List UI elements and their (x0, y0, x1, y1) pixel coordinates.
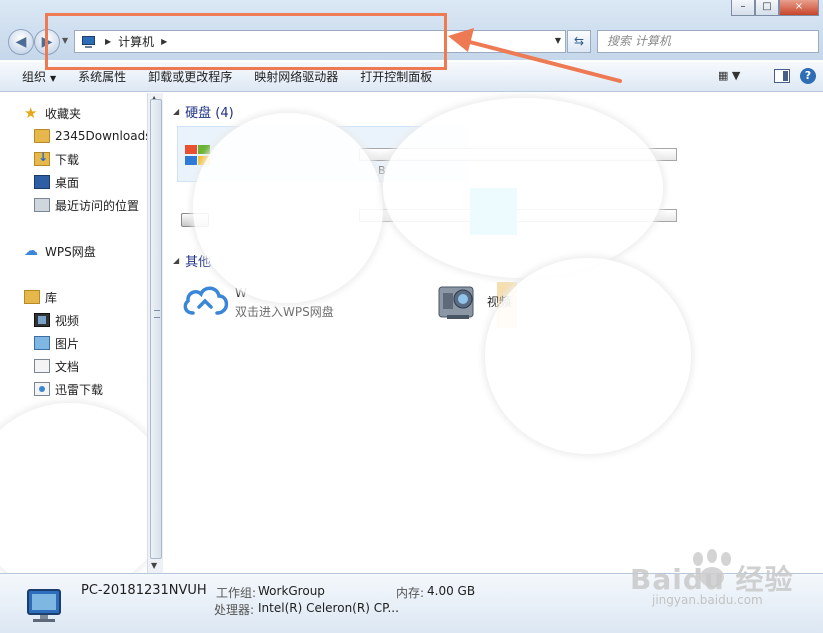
sidebar-item-pictures[interactable]: 图片 (34, 333, 79, 353)
help-button[interactable]: ? (800, 68, 816, 84)
download-folder-icon (34, 150, 50, 166)
open-control-panel-button[interactable]: 打开控制面板 (360, 68, 432, 85)
sidebar-item-label: 视频 (55, 313, 80, 328)
processor-value: Intel(R) Celeron(R) CP... (258, 601, 399, 615)
sidebar-item-desktop[interactable]: 桌面 (34, 172, 79, 192)
map-network-drive-button[interactable]: 映射网络驱动器 (254, 68, 338, 85)
maximize-button[interactable]: □ (755, 0, 779, 16)
hard-drive-icon[interactable] (181, 213, 209, 227)
hard-drives-group-header[interactable]: ◢ 硬盘 (4) (173, 101, 234, 121)
processor-label: 处理器: (214, 603, 255, 617)
command-bar: 组织 ▼ 系统属性 卸载或更改程序 映射网络驱动器 打开控制面板 ▦ ▼ ? (0, 62, 823, 92)
content-pane: ◢ 硬盘 (4) B ◢ 其他 W 双击进入WPS网盘 视频 (163, 93, 823, 573)
memory-label: 内存: (396, 586, 425, 600)
scroll-grip-icon (154, 310, 160, 318)
uninstall-program-button[interactable]: 卸载或更改程序 (148, 68, 232, 85)
sidebar-item-label: 迅雷下载 (55, 382, 104, 397)
watermark-blur-overlay (0, 403, 147, 573)
address-dropdown-icon[interactable]: ▼ (555, 36, 561, 45)
group-title: 硬盘 (4) (185, 105, 234, 121)
windows-drive-icon (183, 145, 211, 167)
drive-size-text: B (378, 164, 386, 177)
sidebar-item-thunder-downloads[interactable]: 迅雷下载 (34, 379, 103, 399)
computer-name: PC-20181231NVUH (81, 583, 207, 598)
breadcrumb-separator-icon[interactable]: ▶ (161, 37, 167, 46)
other-group-header[interactable]: ◢ 其他 (173, 250, 211, 270)
sidebar-item-2345downloads[interactable]: 2345Downloads (34, 126, 147, 146)
wps-cloud-icon[interactable] (181, 283, 231, 317)
organize-menu[interactable]: 组织 ▼ (22, 68, 56, 85)
sidebar-item-label: 收藏夹 (45, 106, 82, 121)
collapse-arrow-icon[interactable]: ◢ (173, 256, 179, 265)
sidebar-item-label: 最近访问的位置 (55, 198, 140, 213)
system-properties-button[interactable]: 系统属性 (78, 68, 126, 85)
baidu-watermark-url: jingyan.baidu.com (652, 593, 763, 607)
drive-capacity-bar (359, 148, 677, 161)
video-camera-icon[interactable] (435, 279, 483, 323)
breadcrumb-computer[interactable]: 计算机 (118, 33, 154, 50)
sidebar-item-label: 文档 (55, 359, 80, 374)
minimize-button[interactable]: – (731, 0, 755, 16)
sidebar-item-label: 图片 (55, 336, 80, 351)
recent-places-icon (34, 198, 50, 212)
sidebar-item-documents[interactable]: 文档 (34, 356, 79, 376)
chevron-down-icon: ▼ (50, 74, 57, 83)
sidebar-item-wps-cloud[interactable]: ☁ WPS网盘 (24, 241, 96, 261)
pictures-icon (34, 336, 50, 350)
sidebar-item-downloads[interactable]: 下载 (34, 149, 79, 169)
navigation-scrollbar[interactable]: ▲ ▼ (147, 93, 163, 573)
sidebar-item-recent-places[interactable]: 最近访问的位置 (34, 195, 139, 215)
watermark-blur-overlay (383, 98, 663, 278)
collapse-arrow-icon[interactable]: ◢ (173, 107, 179, 116)
drive-tile-thumbnail[interactable] (470, 188, 517, 235)
organize-label: 组织 (22, 70, 47, 84)
change-view-button[interactable]: ▦ ▼ (718, 69, 752, 85)
navigation-pane: ★ 收藏夹 2345Downloads 下载 桌面 最近访问的位置 ☁ WPS网… (0, 93, 147, 573)
address-bar[interactable]: ▶ 计算机 ▶ ▼ (74, 30, 566, 53)
memory-value: 4.00 GB (427, 584, 476, 598)
star-icon: ★ (24, 104, 38, 122)
back-arrow-icon: ◀ (15, 34, 27, 50)
workgroup-label: 工作组: (216, 586, 257, 600)
scroll-down-icon[interactable]: ▼ (151, 561, 157, 570)
cloud-icon: ☁ (24, 243, 38, 259)
desktop-icon (34, 175, 50, 189)
documents-icon (34, 359, 50, 373)
sidebar-item-label: WPS网盘 (45, 244, 96, 259)
search-input[interactable]: 搜索 计算机 (597, 30, 819, 53)
sidebar-item-videos[interactable]: 视频 (34, 310, 79, 330)
folder-icon (34, 129, 50, 143)
recent-pages-dropdown[interactable]: ▼ (62, 36, 68, 45)
computer-monitor-icon (27, 589, 61, 622)
sidebar-item-label: 下载 (55, 152, 80, 167)
group-title: 其他 (185, 254, 212, 270)
workgroup-value: WorkGroup (258, 584, 325, 598)
sidebar-item-label: 库 (45, 290, 58, 305)
thunder-download-icon (34, 382, 50, 396)
baidu-watermark: Baidu 经验 (630, 563, 794, 596)
wps-cloud-title[interactable]: W (235, 286, 247, 300)
sidebar-item-favorites[interactable]: ★ 收藏夹 (24, 103, 81, 123)
title-bar: – □ × ◀ ▶ ▼ ▶ 计算机 ▶ ▼ ⇆ 搜索 计算机 (0, 0, 823, 60)
window-controls: – □ × (731, 0, 819, 16)
close-button[interactable]: × (779, 0, 819, 16)
back-button[interactable]: ◀ (8, 29, 34, 55)
sidebar-item-libraries[interactable]: 库 (24, 287, 57, 307)
view-options-icon: ▦ ▼ (718, 69, 741, 82)
video-library-icon (34, 313, 50, 327)
preview-pane-button[interactable] (774, 69, 790, 83)
forward-arrow-icon: ▶ (41, 34, 53, 50)
drive-capacity-bar (359, 209, 677, 222)
sidebar-item-label: 桌面 (55, 175, 80, 190)
wps-cloud-subtitle: 双击进入WPS网盘 (235, 305, 334, 319)
video-item-label[interactable]: 视频 (487, 293, 511, 310)
refresh-icon: ⇆ (573, 34, 585, 48)
library-icon (24, 290, 40, 304)
forward-button[interactable]: ▶ (34, 29, 60, 55)
refresh-button[interactable]: ⇆ (567, 30, 591, 53)
scrollbar-thumb[interactable] (150, 99, 162, 559)
breadcrumb-separator-icon[interactable]: ▶ (105, 37, 111, 46)
computer-icon (80, 35, 98, 49)
sidebar-item-label: 2345Downloads (55, 129, 147, 143)
